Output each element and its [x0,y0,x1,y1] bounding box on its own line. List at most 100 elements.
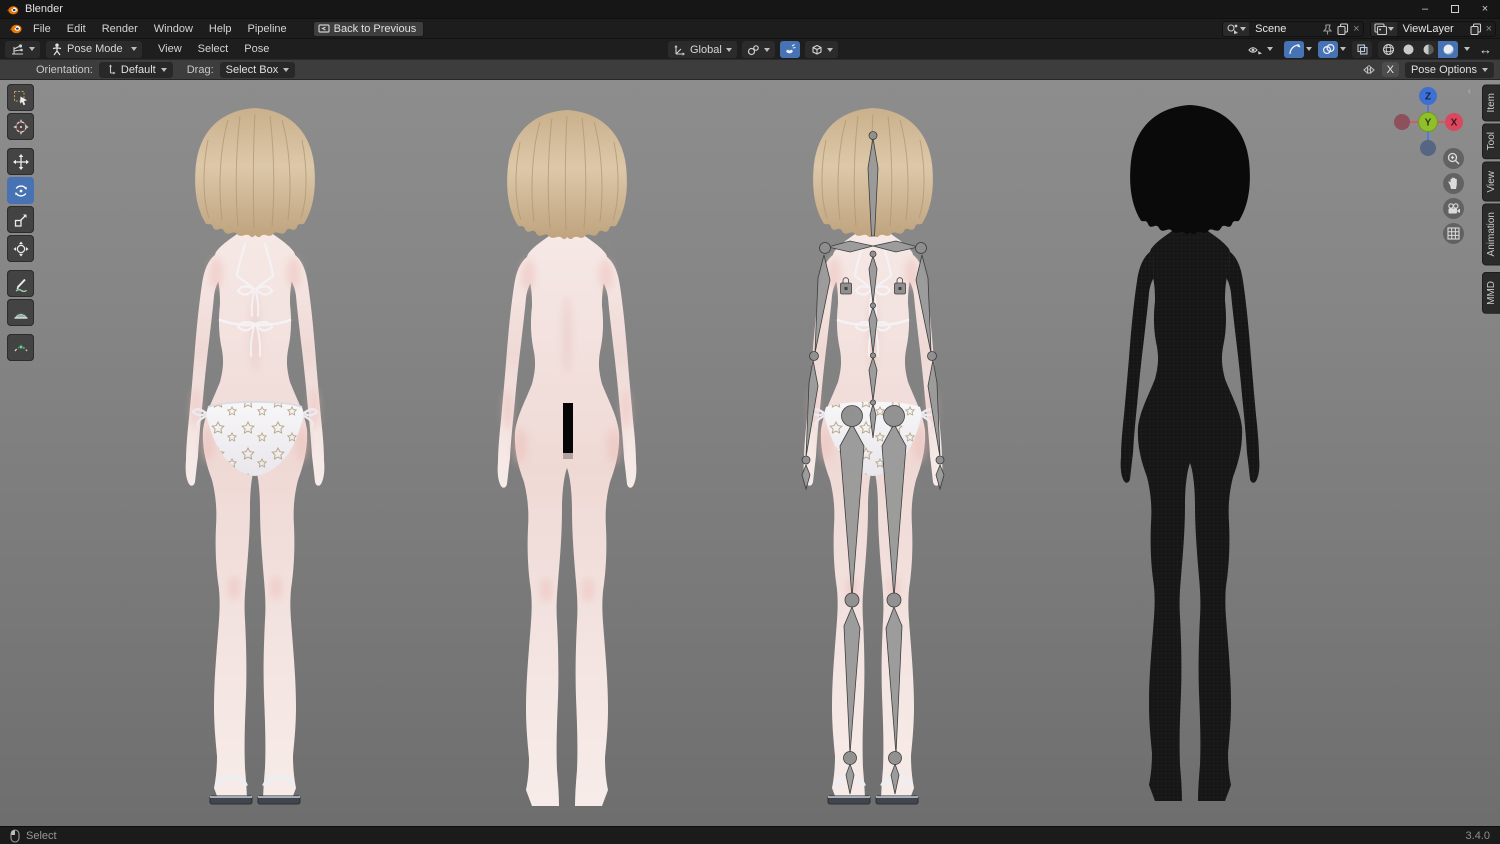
statusbar: Select 3.4.0 [0,826,1500,844]
camera-icon [1447,202,1460,213]
tool-move[interactable] [7,148,34,175]
drag-dropdown[interactable]: Select Box [219,61,296,78]
mouse-left-click-icon [10,828,20,843]
viewport-header: Pose Mode View Select Pose Global ↔ [0,38,1500,59]
menu-select[interactable]: Select [190,41,237,57]
shading-caret-icon[interactable] [1464,47,1470,51]
viewlayer-name-field[interactable]: ViewLayer [1397,23,1467,35]
maximize-button[interactable] [1440,0,1470,18]
snap-toggle-button[interactable] [779,41,800,58]
orientation-default-value: Default [120,63,156,76]
gizmo-axis-x[interactable]: X [1445,113,1463,131]
model-textured-censored[interactable] [497,110,637,806]
gizmo-axis-z[interactable]: Z [1419,87,1437,105]
remove-viewlayer-button[interactable]: × [1486,23,1492,35]
menu-edit[interactable]: Edit [59,21,94,37]
scene-name-field[interactable]: Scene [1249,23,1319,35]
show-gizmo-toggle[interactable] [1284,40,1304,58]
tab-item[interactable]: Item [1482,84,1500,122]
menubar: File Edit Render Window Help Pipeline Ba… [0,18,1500,38]
blender-window: Blender – × File Edit Render Window Help… [0,0,1500,844]
scene-selector: Scene × [1222,21,1364,37]
gizmo-axis-y[interactable]: Y [1418,112,1438,132]
pan-hand-button[interactable] [1443,173,1464,194]
toggle-grid-button[interactable] [1443,223,1464,244]
model-textured-bikini[interactable] [185,108,325,806]
tool-transform[interactable] [7,235,34,262]
tool-pose-breakdowner[interactable] [7,334,34,361]
mode-dropdown[interactable]: Pose Mode [46,40,142,58]
new-scene-copy-icon[interactable] [1337,23,1349,35]
scene-browse-button[interactable] [1223,22,1250,36]
blender-menu-icon[interactable] [8,22,23,35]
rotate-icon [14,184,27,197]
tab-mmd[interactable]: MMD [1482,271,1500,314]
shading-rendered-button[interactable] [1438,40,1458,58]
orientation-default-caret-icon [160,67,167,72]
menu-view[interactable]: View [150,41,190,57]
zoom-icon [1447,152,1460,165]
mirror-x-toggle[interactable]: X [1381,62,1399,77]
zoom-button[interactable] [1443,148,1464,169]
orientation-gizmo-icon [108,64,116,75]
new-viewlayer-copy-icon[interactable] [1470,23,1482,35]
close-button[interactable]: × [1470,0,1500,18]
show-object-types-dropdown[interactable] [1243,41,1278,58]
overlays-caret-icon[interactable] [1340,47,1346,51]
overlays-icon [1322,43,1335,54]
shading-material-button[interactable] [1418,41,1438,58]
menu-pipeline[interactable]: Pipeline [240,21,295,37]
pin-icon[interactable] [1322,23,1333,35]
material-sphere-icon [1423,44,1433,54]
pose-options-dropdown[interactable]: Pose Options [1404,61,1494,78]
status-keymap-hint: Select [26,829,57,842]
editor-type-button[interactable] [5,40,40,58]
menu-file[interactable]: File [25,21,59,37]
tab-animation[interactable]: Animation [1482,203,1500,266]
gizmo-caret-icon[interactable] [1306,47,1312,51]
tool-scale[interactable] [7,206,34,233]
orientation-default-dropdown[interactable]: Default [98,61,173,78]
menu-window[interactable]: Window [146,21,201,37]
xray-toggle[interactable] [1352,40,1372,58]
tool-cursor[interactable] [7,113,34,140]
menu-render[interactable]: Render [94,21,146,37]
viewlayer-icon [1374,23,1387,35]
back-to-previous-button[interactable]: Back to Previous [312,20,425,37]
expand-header-icon[interactable]: ↔ [1476,42,1495,57]
unlink-scene-button[interactable]: × [1353,23,1359,35]
tool-rotate[interactable] [7,177,34,204]
shading-wireframe-button[interactable] [1378,41,1398,58]
tool-annotate[interactable] [7,270,34,297]
back-to-previous-label: Back to Previous [333,22,417,35]
transform-orientation-dropdown[interactable]: Global [668,41,737,58]
tool-measure[interactable] [7,299,34,326]
menu-pose[interactable]: Pose [236,41,277,57]
snap-magnet-icon [786,44,796,54]
orientation-axes-icon [674,44,685,56]
model-wireframe-dark[interactable] [1120,105,1260,801]
shading-solid-button[interactable] [1398,41,1418,58]
proportional-editing-dropdown[interactable] [804,41,838,58]
gizmo-axis-neg-z[interactable] [1420,140,1436,156]
viewport-3d[interactable]: Z X Y ‹ Item Tool View Animation MMD [0,80,1500,826]
minimize-button[interactable]: – [1410,0,1440,18]
menu-help[interactable]: Help [201,21,240,37]
pivot-point-dropdown[interactable] [741,41,775,58]
svg-text:Y: Y [1425,118,1432,129]
model-armature-overlay[interactable] [801,108,945,806]
viewlayer-browse-button[interactable] [1370,22,1397,36]
tool-settings-bar: Orientation: Default Drag: Select Box X … [0,59,1500,80]
grid-icon [1447,227,1460,240]
transform-cluster: Global [668,41,838,58]
tab-view[interactable]: View [1482,161,1500,202]
camera-view-button[interactable] [1443,198,1464,219]
show-overlays-toggle[interactable] [1318,40,1338,58]
tab-tool[interactable]: Tool [1482,123,1500,160]
back-screen-icon [318,23,330,33]
viewport-nav-buttons [1443,148,1464,244]
sidebar-collapse-arrow[interactable]: ‹ [1468,86,1471,97]
window-title: Blender [25,3,63,15]
tool-tweak-select[interactable] [7,84,34,111]
gizmo-axis-neg-x[interactable] [1394,114,1410,130]
